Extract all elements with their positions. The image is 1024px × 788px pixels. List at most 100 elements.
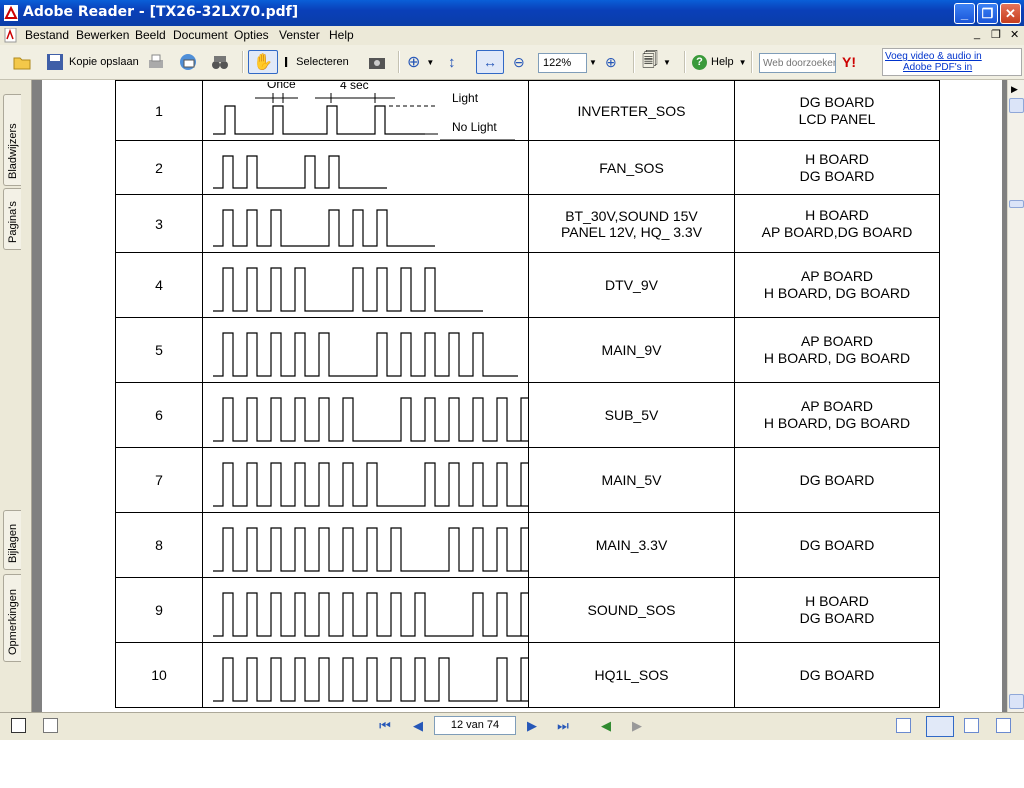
- print-button[interactable]: [146, 50, 166, 74]
- board-location-line: H BOARD, DG BOARD: [763, 285, 911, 301]
- vertical-scrollbar[interactable]: ▶: [1007, 80, 1024, 712]
- toolbar-separator: [684, 51, 686, 73]
- signal-name: SOUND_SOS: [528, 577, 735, 643]
- email-globe-icon: [180, 54, 196, 70]
- zoom-in-button[interactable]: ⊕: [605, 50, 617, 74]
- continuous-page-icon[interactable]: [926, 716, 954, 737]
- next-page-icon: ▶: [527, 718, 537, 733]
- doc-minimize-button[interactable]: _: [974, 28, 980, 40]
- web-search-input[interactable]: [759, 53, 836, 73]
- text-cursor-icon: I: [284, 53, 289, 71]
- fit-width-icon: ↔: [483, 54, 497, 70]
- yahoo-search-button[interactable]: Y!: [842, 50, 856, 74]
- minimize-button[interactable]: _: [954, 3, 975, 24]
- find-button[interactable]: [210, 50, 230, 74]
- select-label: Selecteren: [296, 56, 349, 68]
- menu-help[interactable]: Help: [329, 28, 354, 42]
- close-button[interactable]: ✕: [1000, 3, 1021, 24]
- zoom-level-field[interactable]: 122%: [538, 53, 587, 73]
- board-location-line: DG BOARD: [799, 471, 875, 488]
- board-location: H BOARD AP BOARD,DG BOARD: [734, 194, 940, 253]
- single-page-icon[interactable]: [896, 718, 911, 733]
- pdf-page: 1 Once 4 sec Light No Light INVERTER_SOS DG BO…: [42, 80, 1002, 712]
- zoom-level-value: 122%: [543, 57, 572, 69]
- save-copy-label: Kopie opslaan: [69, 56, 139, 68]
- rotate-view-button[interactable]: 🗐 ▼: [642, 50, 671, 74]
- table-row: 6 SUB_5V AP BOARD H BOARD, DG BOARD: [115, 382, 940, 448]
- board-location-line: DG BOARD: [799, 666, 875, 683]
- zoom-out-button[interactable]: ⊖: [513, 50, 525, 74]
- timing-arrows: [255, 92, 395, 103]
- tab-comments[interactable]: Opmerkingen: [3, 574, 21, 662]
- table-row: 5 MAIN_9V AP BOARD H BOARD, DG BOARD: [115, 317, 940, 383]
- select-tool-button[interactable]: I Selecteren: [284, 50, 349, 74]
- row-number: 6: [115, 382, 203, 448]
- doc-close-button[interactable]: ✕: [1010, 28, 1019, 41]
- window-title: Adobe Reader - [TX26-32LX70.pdf]: [23, 4, 299, 20]
- row-number: 7: [115, 447, 203, 513]
- signal-name-line: FAN_SOS: [599, 159, 664, 176]
- blink-waveform: [213, 526, 528, 572]
- menu-beeld[interactable]: Beeld: [135, 28, 166, 42]
- save-disk-icon: [47, 54, 63, 70]
- page-number-field[interactable]: 12 van 74: [434, 716, 516, 735]
- zoom-in-tool-button[interactable]: ⊕ ▼: [407, 50, 434, 74]
- menu-document[interactable]: Document: [173, 28, 228, 42]
- scroll-top-button[interactable]: [1009, 98, 1024, 113]
- maximize-button[interactable]: ❐: [977, 3, 998, 24]
- fit-height-button[interactable]: ↕: [448, 50, 456, 74]
- promo-line-1: Voeg video & audio in: [885, 51, 982, 62]
- next-view-button[interactable]: ▶: [628, 717, 646, 735]
- table-row: 3 BT_30V,SOUND 15V PANEL 12V, HQ_ 3.3V H BO…: [115, 194, 940, 253]
- doc-restore-button[interactable]: ❐: [991, 28, 1001, 41]
- hand-tool-button[interactable]: ✋: [248, 50, 278, 74]
- board-location: DG BOARD: [734, 447, 940, 513]
- signal-name: BT_30V,SOUND 15V PANEL 12V, HQ_ 3.3V: [528, 194, 735, 253]
- scroll-down-button[interactable]: [1009, 694, 1024, 709]
- tab-pages-label: Pagina's: [7, 201, 19, 243]
- document-menu-icon[interactable]: [4, 28, 18, 43]
- help-button[interactable]: ? Help ▼: [692, 50, 747, 74]
- promo-banner[interactable]: Voeg video & audio in Adobe PDF's in: [882, 48, 1022, 76]
- snapshot-button[interactable]: [367, 50, 387, 74]
- last-page-button[interactable]: ⏭: [554, 717, 572, 735]
- chevron-down-icon: ▼: [589, 57, 597, 67]
- board-location-line: DG BOARD: [799, 167, 875, 184]
- zoom-dropdown-button[interactable]: ▼: [589, 50, 597, 74]
- facing-pages-icon[interactable]: [964, 718, 979, 733]
- tab-attachments-label: Bijlagen: [7, 523, 19, 563]
- magnifier-icon: ⊕: [407, 54, 421, 71]
- panel-toggle-icon[interactable]: [11, 718, 26, 733]
- open-button[interactable]: [12, 50, 32, 74]
- next-page-button[interactable]: ▶: [523, 717, 541, 735]
- tab-comments-label: Opmerkingen: [7, 588, 19, 655]
- row-number: 9: [115, 577, 203, 643]
- previous-view-button[interactable]: ◀: [597, 717, 615, 735]
- save-copy-button[interactable]: Kopie opslaan: [45, 50, 139, 74]
- camera-icon: [369, 58, 385, 69]
- first-page-button[interactable]: ⏮: [376, 717, 394, 735]
- tab-bookmarks[interactable]: Bladwijzers: [3, 94, 21, 186]
- menu-venster[interactable]: Venster: [279, 28, 320, 42]
- continuous-facing-icon[interactable]: [996, 718, 1011, 733]
- pulse-train: [213, 591, 528, 637]
- tab-pages[interactable]: Pagina's: [3, 188, 21, 250]
- fit-width-button[interactable]: ↔: [476, 50, 504, 74]
- menu-opties[interactable]: Opties: [234, 28, 269, 42]
- previous-page-button[interactable]: ◀: [409, 717, 427, 735]
- menu-bewerken[interactable]: Bewerken: [76, 28, 129, 42]
- scroll-right-arrow-icon[interactable]: ▶: [1011, 85, 1020, 94]
- menu-bestand[interactable]: Bestand: [25, 28, 69, 42]
- scroll-thumb[interactable]: [1009, 200, 1024, 208]
- pulse-train: [213, 656, 528, 702]
- board-location: H BOARD DG BOARD: [734, 577, 940, 643]
- folder-open-icon: [13, 57, 31, 70]
- tab-bookmarks-label: Bladwijzers: [7, 123, 19, 179]
- board-location-line: DG BOARD: [799, 610, 875, 626]
- board-location-line: DG BOARD: [799, 536, 875, 553]
- blink-waveform: [213, 154, 387, 189]
- email-button[interactable]: [178, 50, 198, 74]
- document-view[interactable]: 1 Once 4 sec Light No Light INVERTER_SOS DG BO…: [32, 80, 1007, 712]
- tab-attachments[interactable]: Bijlagen: [3, 510, 21, 570]
- page-dimensions-icon[interactable]: [43, 718, 58, 733]
